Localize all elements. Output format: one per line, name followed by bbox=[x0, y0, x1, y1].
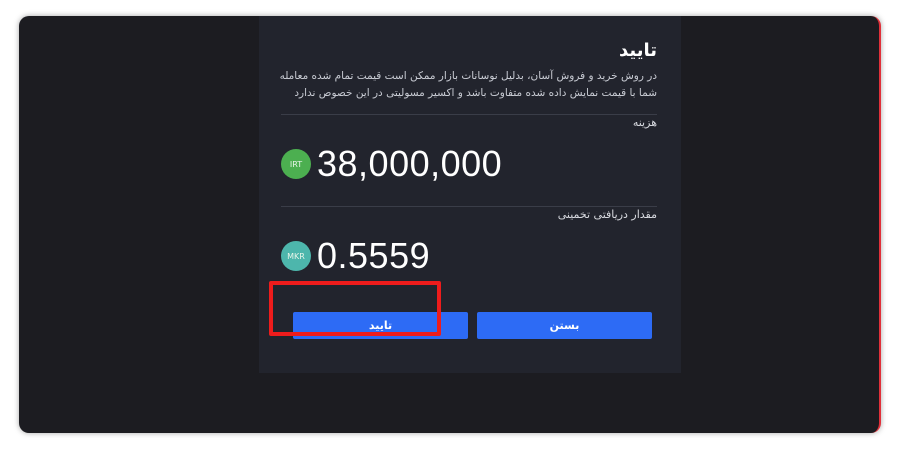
estimated-amount: 0.5559 bbox=[317, 235, 431, 276]
divider bbox=[281, 206, 657, 207]
modal-description: در روش خرید و فروش آسان، بدلیل نوسانات ب… bbox=[279, 70, 657, 99]
divider bbox=[281, 114, 657, 115]
cost-label: هزینه bbox=[632, 116, 657, 129]
cost-amount-row: IRT 38,000,000 bbox=[281, 143, 503, 184]
highlight-box bbox=[269, 281, 441, 336]
close-button[interactable]: بستن bbox=[477, 312, 652, 339]
app-window: تایید در روش خرید و فروش آسان، بدلیل نوس… bbox=[19, 16, 881, 433]
cost-amount: 38,000,000 bbox=[317, 143, 503, 184]
estimated-amount-row: MKR 0.5559 bbox=[281, 235, 431, 276]
irt-currency-icon: IRT bbox=[281, 149, 311, 179]
modal-title: تایید bbox=[618, 40, 657, 61]
estimated-label: مقدار دریافتی تخمینی bbox=[557, 208, 657, 221]
mkr-currency-icon: MKR bbox=[281, 241, 311, 271]
